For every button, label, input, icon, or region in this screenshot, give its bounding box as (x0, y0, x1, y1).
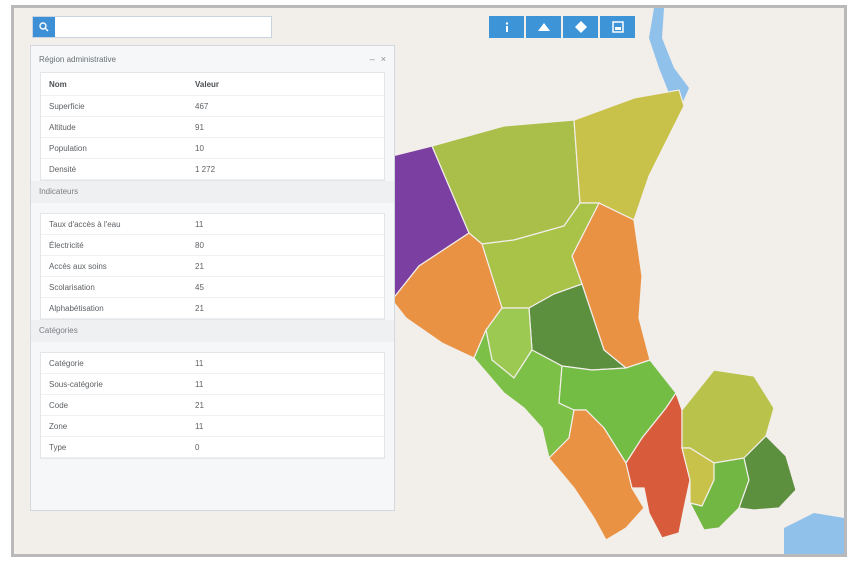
row-value: 1 272 (195, 164, 216, 174)
row-key: Taux d'accès à l'eau (49, 219, 121, 229)
print-button[interactable] (600, 16, 635, 38)
table-row: Densité 1 272 (41, 159, 384, 180)
info-icon (505, 22, 508, 32)
table-row: Superficie 467 (41, 96, 384, 117)
row-key: Code (49, 400, 69, 410)
row-key: Électricité (49, 240, 84, 250)
table-row: Électricité 80 (41, 235, 384, 256)
location-button[interactable] (563, 16, 598, 38)
panel-header: Région administrative – × (31, 46, 394, 72)
table-row: Type 0 (41, 437, 384, 458)
row-value: 10 (195, 143, 204, 153)
section-header[interactable]: Catégories (31, 320, 394, 342)
search-button[interactable] (33, 17, 55, 37)
row-value: 11 (195, 219, 204, 229)
location-icon (574, 21, 587, 33)
table-row: Zone 11 (41, 416, 384, 437)
map-toolbar (489, 16, 635, 38)
row-value: 21 (195, 400, 204, 410)
row-value: 80 (195, 240, 204, 250)
row-key: Densité (49, 164, 77, 174)
column-name-header: Nom (49, 79, 67, 89)
app-frame: Région administrative – × Nom Valeur Sup… (11, 5, 847, 557)
search-icon (39, 22, 49, 32)
minimize-button[interactable]: – (370, 54, 375, 64)
column-value-header: Valeur (195, 79, 220, 89)
table-row: Altitude 91 (41, 117, 384, 138)
row-value: 11 (195, 358, 204, 368)
row-key: Sous-catégorie (49, 379, 103, 389)
table-row: Scolarisation 45 (41, 277, 384, 298)
row-key: Population (49, 143, 87, 153)
close-button[interactable]: × (381, 54, 386, 64)
layers-button[interactable] (526, 16, 561, 38)
section-header[interactable]: Indicateurs (31, 181, 394, 203)
row-value: 467 (195, 101, 209, 111)
row-value: 21 (195, 261, 204, 271)
categories-table: Catégorie 11 Sous-catégorie 11 Code 21 Zone… (40, 352, 385, 459)
table-row: Code 21 (41, 395, 384, 416)
search-input[interactable] (55, 18, 271, 36)
row-value: 21 (195, 303, 204, 313)
row-value: 11 (195, 421, 204, 431)
panel-controls: – × (370, 54, 386, 64)
layers-icon (537, 23, 550, 31)
indicators-table: Taux d'accès à l'eau 11 Électricité 80 Acc… (40, 213, 385, 320)
row-key: Accès aux soins (49, 261, 107, 271)
table-header: Nom Valeur (41, 73, 384, 96)
table-row: Catégorie 11 (41, 353, 384, 374)
row-value: 11 (195, 379, 204, 389)
row-key: Scolarisation (49, 282, 95, 292)
row-key: Alphabétisation (49, 303, 104, 313)
table-row: Accès aux soins 21 (41, 256, 384, 277)
info-panel: Région administrative – × Nom Valeur Sup… (30, 45, 395, 511)
print-icon (611, 21, 624, 33)
row-key: Type (49, 442, 67, 452)
search-bar (32, 16, 272, 38)
table-row: Sous-catégorie 11 (41, 374, 384, 395)
row-key: Altitude (49, 122, 76, 132)
row-value: 91 (195, 122, 204, 132)
attributes-table: Nom Valeur Superficie 467 Altitude 91 Popu… (40, 72, 385, 181)
panel-title: Région administrative (39, 54, 116, 64)
row-value: 45 (195, 282, 204, 292)
table-row: Population 10 (41, 138, 384, 159)
row-value: 0 (195, 442, 200, 452)
info-button[interactable] (489, 16, 524, 38)
table-row: Taux d'accès à l'eau 11 (41, 214, 384, 235)
row-key: Superficie (49, 101, 85, 111)
row-key: Zone (49, 421, 68, 431)
row-key: Catégorie (49, 358, 84, 368)
table-row: Alphabétisation 21 (41, 298, 384, 319)
